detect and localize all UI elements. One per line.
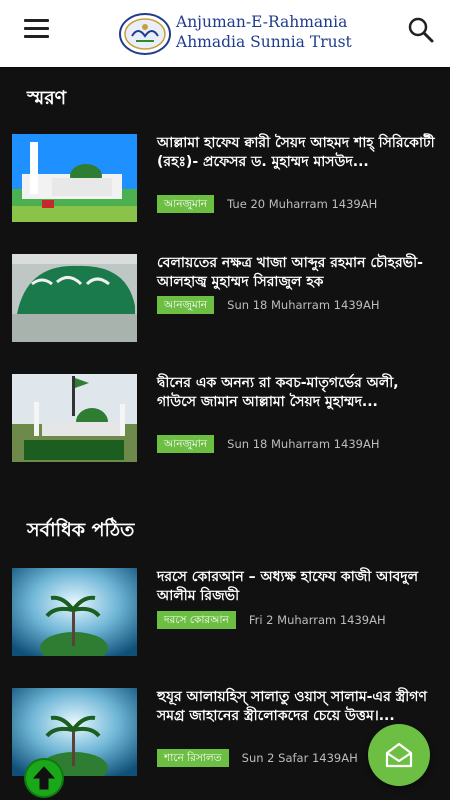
article-date: Fri 2 Muharram 1439AH bbox=[248, 613, 386, 627]
logo-text: Anjuman-E-Rahmania Ahmadia Sunnia Trust bbox=[176, 12, 352, 52]
article-meta: আনজুমান Sun 18 Muharram 1439AH bbox=[157, 435, 379, 453]
article-thumbnail[interactable] bbox=[12, 254, 137, 342]
category-badge[interactable]: দরসে কোরআন bbox=[157, 611, 236, 629]
article-date: Sun 18 Muharram 1439AH bbox=[227, 437, 380, 451]
article-title[interactable]: বেলায়তের নক্ষত্র খাজা আব্দুর রহমান চৌহর… bbox=[157, 254, 437, 292]
site-logo[interactable]: Anjuman-E-Rahmania Ahmadia Sunnia Trust bbox=[118, 10, 352, 58]
article-date: Tue 20 Muharram 1439AH bbox=[227, 197, 378, 211]
article-card: দ্বীনের এক অনন্য রা কবচ-মাতৃগর্ভের অলী, … bbox=[12, 374, 442, 464]
article-thumbnail[interactable] bbox=[12, 374, 137, 462]
article-date: Sun 2 Safar 1439AH bbox=[241, 751, 358, 765]
scroll-to-top-button[interactable] bbox=[24, 758, 64, 798]
category-badge[interactable]: আনজুমান bbox=[157, 435, 215, 453]
category-badge[interactable]: আনজুমান bbox=[157, 195, 215, 213]
contact-fab-button[interactable] bbox=[368, 724, 430, 786]
article-meta: দরসে কোরআন Fri 2 Muharram 1439AH bbox=[157, 611, 386, 629]
app-header: Anjuman-E-Rahmania Ahmadia Sunnia Trust bbox=[0, 0, 450, 67]
logo-line-1: Anjuman-E-Rahmania bbox=[176, 13, 348, 31]
envelope-icon bbox=[385, 742, 413, 768]
section-title-smaran: স্মরণ bbox=[27, 87, 67, 109]
article-thumbnail[interactable] bbox=[12, 134, 137, 222]
article-thumbnail[interactable] bbox=[12, 568, 137, 656]
article-title[interactable]: দ্বীনের এক অনন্য রা কবচ-মাতৃগর্ভের অলী, … bbox=[157, 374, 437, 412]
article-meta: শানে রিসালত Sun 2 Safar 1439AH bbox=[157, 749, 358, 767]
article-date: Sun 18 Muharram 1439AH bbox=[227, 298, 380, 312]
logo-emblem-icon bbox=[119, 13, 171, 55]
arrow-up-icon bbox=[32, 766, 56, 790]
article-title[interactable]: দরসে কোরআন – অধ্যক্ষ হাফেয কাজী আবদুল আল… bbox=[157, 568, 437, 606]
article-card: দরসে কোরআন – অধ্যক্ষ হাফেয কাজী আবদুল আল… bbox=[12, 568, 442, 658]
article-title[interactable]: আল্লামা হাফেয ক্বারী সৈয়দ আহমদ শাহ্ সির… bbox=[157, 134, 437, 172]
hamburger-menu-icon[interactable] bbox=[24, 19, 49, 39]
article-meta: আনজুমান Tue 20 Muharram 1439AH bbox=[157, 195, 377, 213]
section-title-most-read: সর্বাধিক পঠিত bbox=[27, 519, 135, 541]
article-meta: আনজুমান Sun 18 Muharram 1439AH bbox=[157, 296, 379, 314]
category-badge[interactable]: শানে রিসালত bbox=[157, 749, 229, 767]
logo-line-2: Ahmadia Sunnia Trust bbox=[176, 33, 352, 51]
search-icon[interactable] bbox=[408, 17, 434, 43]
article-card: বেলায়তের নক্ষত্র খাজা আব্দুর রহমান চৌহর… bbox=[12, 254, 442, 344]
category-badge[interactable]: আনজুমান bbox=[157, 296, 215, 314]
article-title[interactable]: হুযূর আলায়হিস্ সালাতু ওয়াস্ সালাম-এর স… bbox=[157, 688, 437, 726]
article-card: আল্লামা হাফেয ক্বারী সৈয়দ আহমদ শাহ্ সির… bbox=[12, 134, 442, 224]
